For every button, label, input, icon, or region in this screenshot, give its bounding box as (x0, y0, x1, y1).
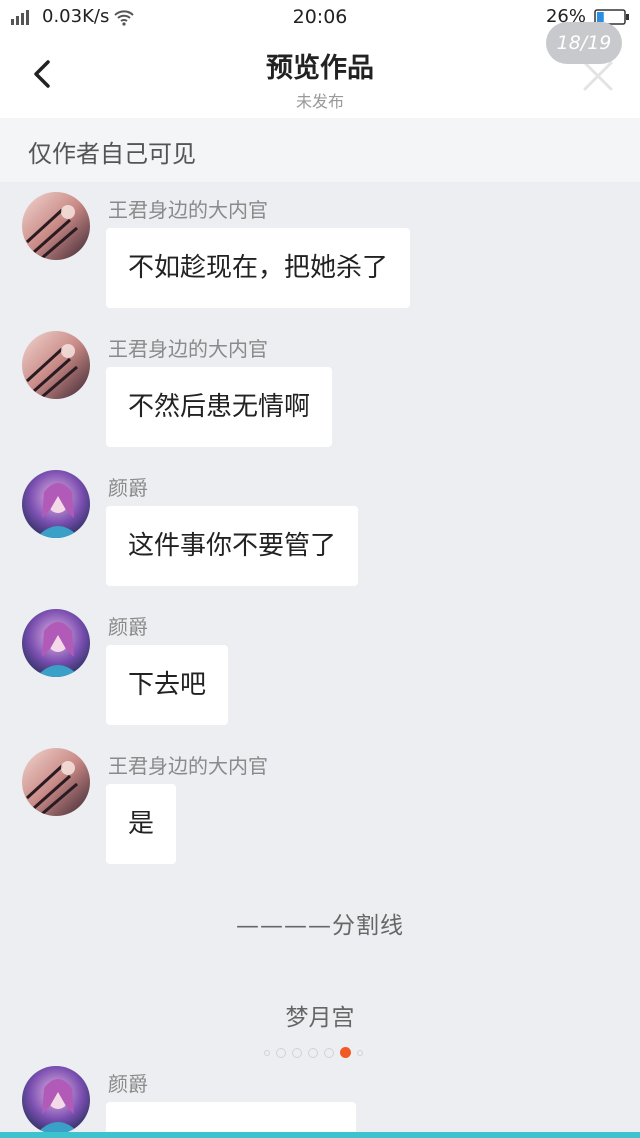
pager-dot[interactable] (357, 1049, 363, 1056)
pager-dot[interactable] (292, 1047, 302, 1058)
preview-page: 0.03K/s 20:06 26% 预览作品 未发布 仅作者自己可见 18/19… (0, 0, 640, 1138)
sender-name: 王君身边的大内官 (108, 198, 268, 222)
header: 预览作品 未发布 (0, 34, 640, 118)
pager-dot[interactable] (308, 1047, 318, 1058)
message-bubble[interactable]: 下去吧 (106, 645, 229, 725)
avatar-eunuch[interactable] (22, 748, 90, 816)
page-subtitle: 未发布 (295, 92, 344, 111)
sender-name: 王君身边的大内官 (108, 337, 268, 361)
section-divider: ————分割线 (236, 913, 404, 939)
location-label: 梦月宫 (285, 1005, 355, 1031)
pager-dot-active[interactable] (340, 1047, 351, 1058)
pager-dot[interactable] (324, 1047, 334, 1058)
status-time: 20:06 (292, 6, 348, 28)
sender-name: 王君身边的大内官 (108, 754, 268, 778)
avatar-yanjue[interactable] (22, 1066, 90, 1134)
avatar-yanjue[interactable] (22, 609, 90, 677)
pager-dot[interactable] (276, 1047, 286, 1058)
message-bubble[interactable]: 这件事你不要管了 (106, 506, 359, 586)
sender-name: 颜爵 (108, 476, 148, 500)
page-title: 预览作品 (266, 53, 374, 84)
visibility-bar: 仅作者自己可见 (0, 118, 640, 182)
message-bubble[interactable]: 不如趁现在，把她杀了 (106, 228, 411, 308)
status-bar: 0.03K/s 20:06 26% (0, 0, 640, 34)
close-button[interactable] (582, 60, 614, 92)
avatar-yanjue[interactable] (22, 470, 90, 538)
visibility-text: 仅作者自己可见 (28, 140, 196, 168)
bottom-accent-line (0, 1132, 640, 1138)
message-bubble[interactable]: 不然后患无情啊 (106, 367, 333, 447)
sender-name: 颜爵 (108, 1072, 148, 1096)
message-bubble[interactable]: 是 (106, 784, 177, 864)
page-indicator (264, 1047, 363, 1058)
page-counter-badge: 18/19 (546, 22, 622, 64)
avatar-eunuch[interactable] (22, 331, 90, 399)
pager-dot[interactable] (264, 1049, 270, 1056)
close-icon (583, 61, 613, 91)
sender-name: 颜爵 (108, 615, 148, 639)
avatar-eunuch[interactable] (22, 192, 90, 260)
